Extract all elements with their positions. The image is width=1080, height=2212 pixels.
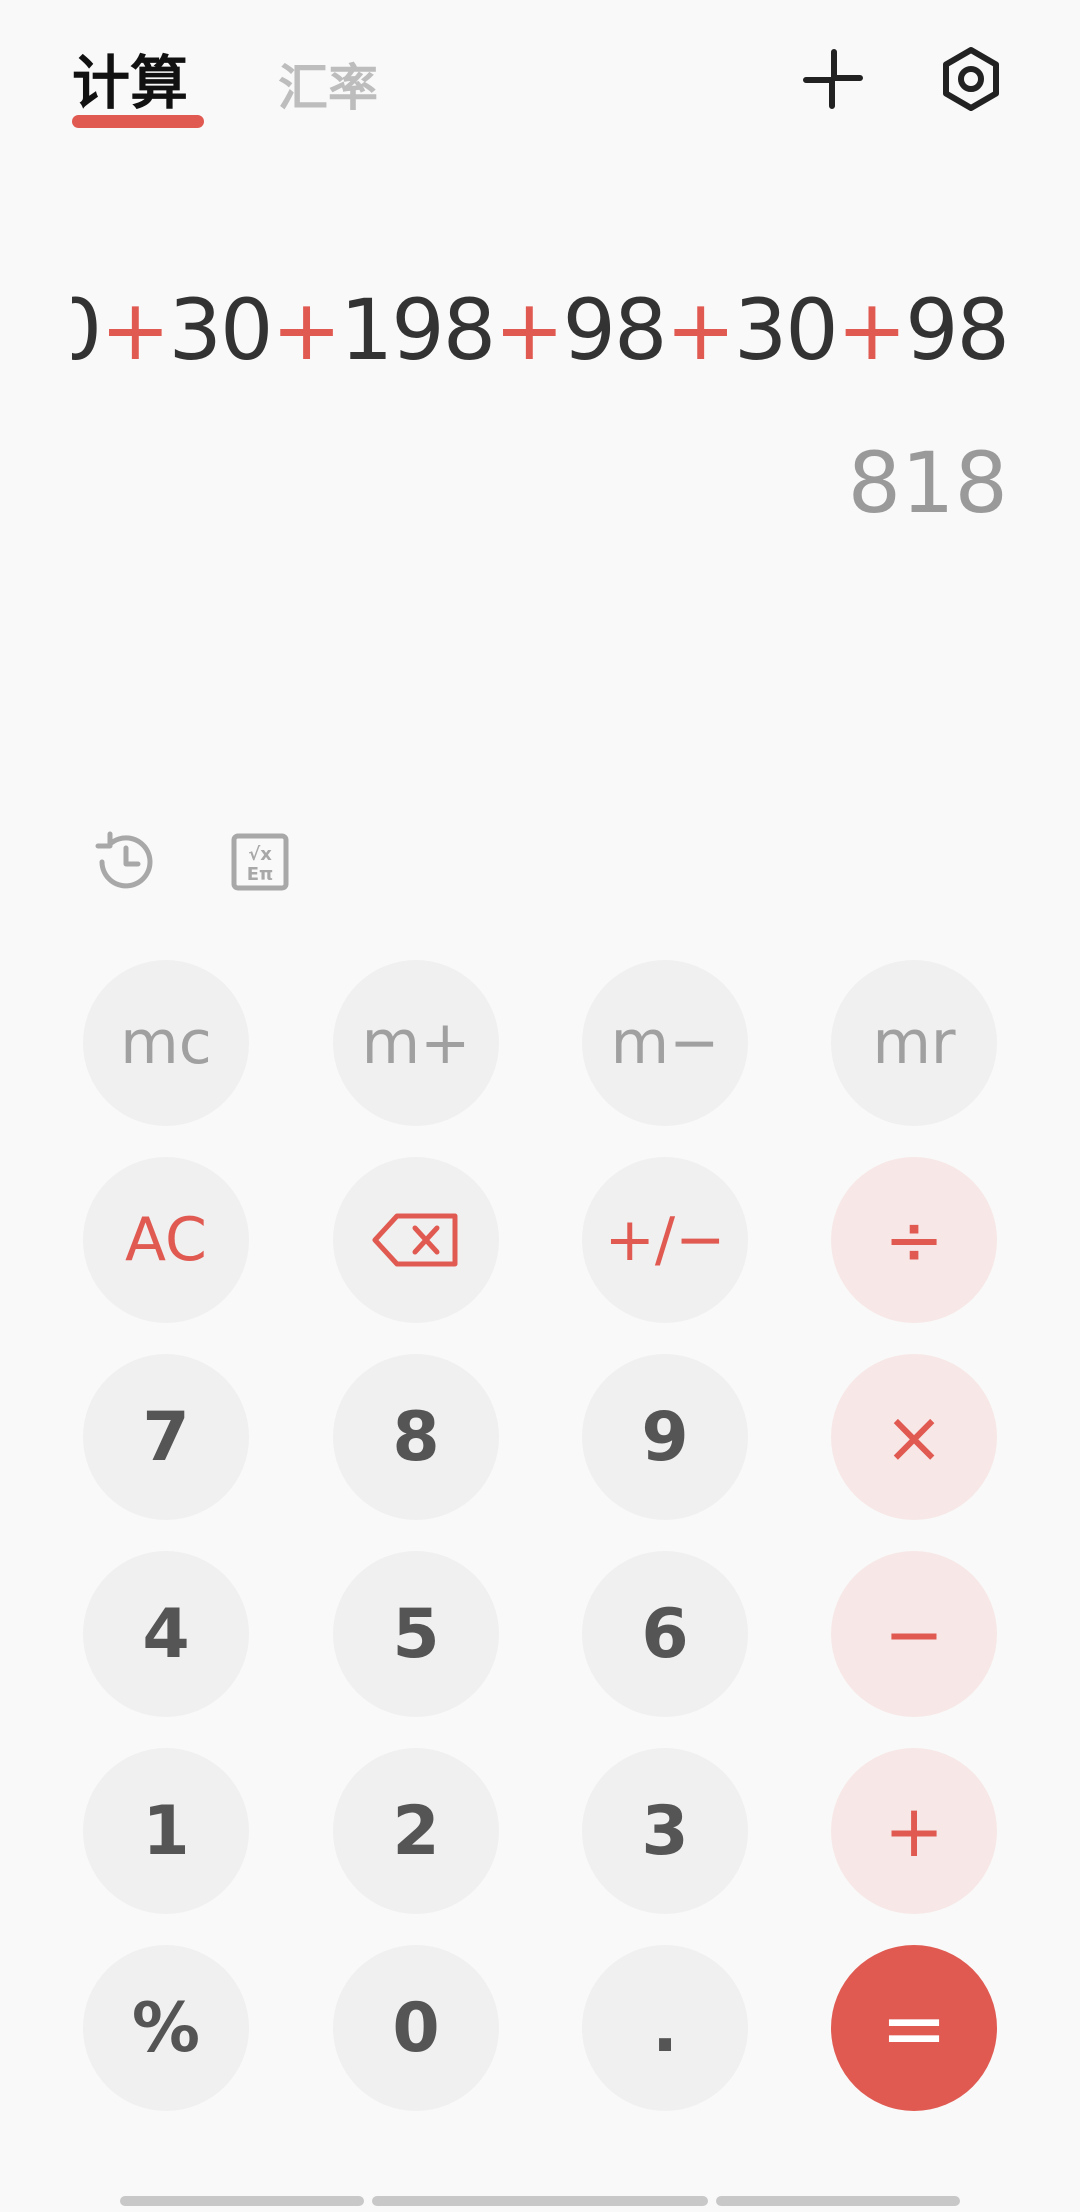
expression-operand: 198	[339, 281, 496, 379]
divide-button[interactable]: ÷	[831, 1157, 997, 1323]
expression-operand: 30	[168, 281, 274, 379]
m-plus-button[interactable]: m+	[333, 960, 499, 1126]
percent-button[interactable]: %	[83, 1945, 249, 2111]
tab-exchange-rate[interactable]: 汇率	[278, 48, 378, 120]
digit-0-button[interactable]: 0	[333, 1945, 499, 2111]
digit-9-button[interactable]: 9	[582, 1354, 748, 1520]
clear-button[interactable]: AC	[83, 1157, 249, 1323]
plus-minus-button[interactable]: +/−	[582, 1157, 748, 1323]
expression-operand: 98	[905, 281, 1008, 379]
minus-button[interactable]: −	[831, 1551, 997, 1717]
digit-5-button[interactable]: 5	[333, 1551, 499, 1717]
expression-display: 30+30+198+98+30+98	[72, 270, 1008, 390]
expression-operator: +	[836, 281, 907, 379]
equals-button[interactable]: =	[831, 1945, 997, 2111]
tab-calculate[interactable]: 计算	[72, 36, 188, 120]
digit-6-button[interactable]: 6	[582, 1551, 748, 1717]
svg-text:Eπ: Eπ	[247, 864, 274, 885]
backspace-icon	[372, 1213, 458, 1267]
expression-operator: +	[100, 281, 170, 379]
digit-7-button[interactable]: 7	[83, 1354, 249, 1520]
plus-button[interactable]: +	[831, 1748, 997, 1914]
expression-operator: +	[271, 281, 341, 379]
history-icon[interactable]	[88, 826, 160, 898]
collapse-icon[interactable]	[798, 44, 868, 114]
mr-button[interactable]: mr	[831, 960, 997, 1126]
m-minus-button[interactable]: m−	[582, 960, 748, 1126]
expression-operand: 98	[562, 281, 668, 379]
decimal-point-button[interactable]: .	[582, 1945, 748, 2111]
gesture-bar-center	[372, 2196, 708, 2206]
mc-button[interactable]: mc	[83, 960, 249, 1126]
backspace-button[interactable]	[333, 1157, 499, 1323]
svg-text:√x: √x	[248, 844, 272, 865]
digit-8-button[interactable]: 8	[333, 1354, 499, 1520]
gesture-bar-right	[716, 2196, 960, 2206]
scientific-functions-icon[interactable]: √x Eπ	[224, 826, 296, 898]
gesture-bar-left	[120, 2196, 364, 2206]
digit-2-button[interactable]: 2	[333, 1748, 499, 1914]
result-display: 818	[847, 434, 1008, 532]
digit-1-button[interactable]: 1	[83, 1748, 249, 1914]
digit-3-button[interactable]: 3	[582, 1748, 748, 1914]
settings-icon[interactable]	[936, 44, 1006, 114]
expression-operator: +	[494, 281, 564, 379]
expression-operand: 30	[733, 281, 839, 379]
expression-text: 30+30+198+98+30+98	[72, 270, 1008, 390]
multiply-button[interactable]: ×	[831, 1354, 997, 1520]
digit-4-button[interactable]: 4	[83, 1551, 249, 1717]
tab-active-indicator	[72, 115, 204, 128]
expression-operand: 30	[72, 281, 102, 379]
expression-operator: +	[665, 281, 735, 379]
